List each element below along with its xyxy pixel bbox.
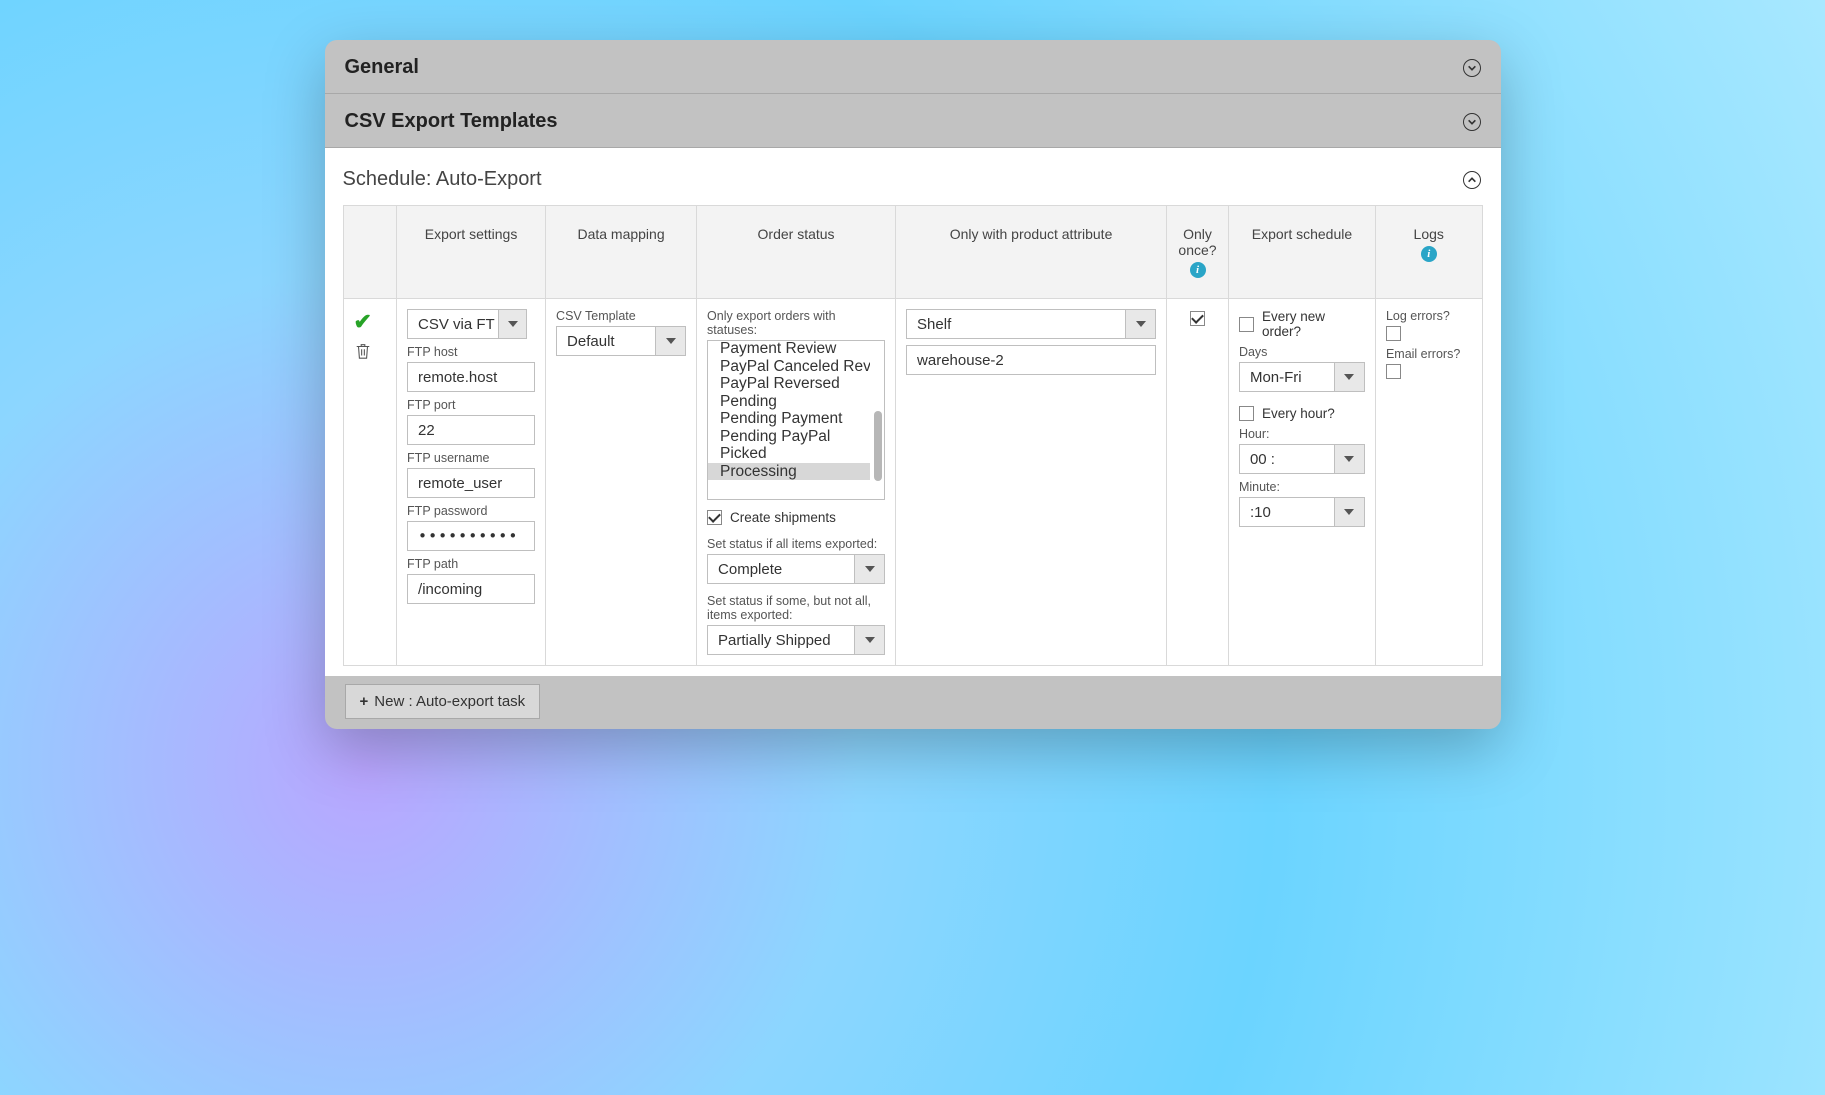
schedule-table: Export settings Data mapping Order statu… (343, 205, 1483, 666)
section-general-title: General (345, 56, 419, 79)
export-method-select[interactable]: CSV via FT (407, 309, 527, 339)
ftp-user-input[interactable]: remote_user (407, 468, 535, 498)
caret-down-icon (1125, 310, 1155, 338)
ftp-port-input[interactable]: 22 (407, 415, 535, 445)
ftp-pass-label: FTP password (407, 504, 535, 518)
caret-down-icon (498, 310, 526, 338)
minute-label: Minute: (1239, 480, 1365, 494)
new-task-button[interactable]: + New : Auto-export task (345, 684, 541, 719)
csv-template-label: CSV Template (556, 309, 686, 323)
status-all-select[interactable]: Complete (707, 554, 885, 584)
section-templates[interactable]: CSV Export Templates (325, 94, 1501, 148)
col-export-schedule: Export schedule (1228, 206, 1375, 299)
csv-template-select[interactable]: Default (556, 326, 686, 356)
check-icon[interactable]: ✔ (354, 309, 387, 335)
ftp-path-label: FTP path (407, 557, 535, 571)
trash-icon[interactable] (354, 348, 372, 364)
every-new-order-checkbox[interactable] (1239, 317, 1254, 332)
attr-name-select[interactable]: Shelf (906, 309, 1156, 339)
section-general[interactable]: General (325, 40, 1501, 94)
every-hour-label: Every hour? (1262, 406, 1335, 421)
chevron-up-icon[interactable] (1463, 171, 1481, 189)
section-schedule: Schedule: Auto-Export Export settings Da… (325, 148, 1501, 676)
ftp-port-label: FTP port (407, 398, 535, 412)
attr-value-input[interactable]: warehouse-2 (906, 345, 1156, 375)
caret-down-icon (655, 327, 685, 355)
every-hour-checkbox[interactable] (1239, 406, 1254, 421)
caret-down-icon (854, 555, 884, 583)
status-option[interactable]: Pending (708, 393, 870, 411)
status-listbox[interactable]: Payment ReviewPayPal Canceled ReversalPa… (707, 340, 885, 500)
info-icon[interactable]: i (1190, 262, 1206, 278)
chevron-down-icon (1463, 113, 1481, 131)
ftp-host-input[interactable]: remote.host (407, 362, 535, 392)
col-actions (343, 206, 397, 299)
col-order-status: Order status (697, 206, 896, 299)
caret-down-icon (1334, 445, 1364, 473)
chevron-down-icon (1463, 59, 1481, 77)
ftp-path-input[interactable]: /incoming (407, 574, 535, 604)
create-shipments-checkbox[interactable] (707, 510, 722, 525)
col-only-once: Only once? i (1167, 206, 1229, 299)
email-errors-label: Email errors? (1386, 347, 1472, 361)
minute-select[interactable]: :10 (1239, 497, 1365, 527)
status-option[interactable]: Processing (708, 463, 870, 481)
every-new-order-label: Every new order? (1262, 309, 1365, 339)
ftp-pass-input[interactable]: •••••••••• (407, 521, 535, 551)
hour-label: Hour: (1239, 427, 1365, 441)
create-shipments-label: Create shipments (730, 510, 836, 525)
only-export-label: Only export orders with statuses: (707, 309, 885, 337)
days-label: Days (1239, 345, 1365, 359)
caret-down-icon (1334, 363, 1364, 391)
info-icon[interactable]: i (1421, 246, 1437, 262)
col-export-settings: Export settings (397, 206, 546, 299)
ftp-user-label: FTP username (407, 451, 535, 465)
ftp-host-label: FTP host (407, 345, 535, 359)
scrollbar[interactable] (874, 411, 882, 481)
status-option[interactable]: Picked (708, 445, 870, 463)
status-option[interactable]: Payment Review (708, 340, 870, 358)
hour-select[interactable]: 00 : (1239, 444, 1365, 474)
plus-icon: + (360, 693, 369, 710)
log-errors-checkbox[interactable] (1386, 326, 1401, 341)
status-option[interactable]: Pending Payment (708, 410, 870, 428)
new-task-label: New : Auto-export task (374, 693, 525, 710)
status-option[interactable]: PayPal Reversed (708, 375, 870, 393)
status-some-select[interactable]: Partially Shipped (707, 625, 885, 655)
caret-down-icon (854, 626, 884, 654)
log-errors-label: Log errors? (1386, 309, 1472, 323)
section-templates-title: CSV Export Templates (345, 110, 558, 133)
col-logs: Logs i (1375, 206, 1482, 299)
set-some-label: Set status if some, but not all, items e… (707, 594, 885, 622)
only-once-checkbox[interactable] (1190, 311, 1205, 326)
task-row: ✔ CSV via FT FTP host (343, 299, 1482, 666)
col-data-mapping: Data mapping (546, 206, 697, 299)
set-all-label: Set status if all items exported: (707, 537, 885, 551)
col-product-attr: Only with product attribute (896, 206, 1167, 299)
email-errors-checkbox[interactable] (1386, 364, 1401, 379)
status-option[interactable]: Pending PayPal (708, 428, 870, 446)
caret-down-icon (1334, 498, 1364, 526)
days-select[interactable]: Mon-Fri (1239, 362, 1365, 392)
status-option[interactable]: PayPal Canceled Reversal (708, 358, 870, 376)
settings-panel: General CSV Export Templates Schedule: A… (325, 40, 1501, 729)
section-schedule-title: Schedule: Auto-Export (343, 168, 542, 191)
